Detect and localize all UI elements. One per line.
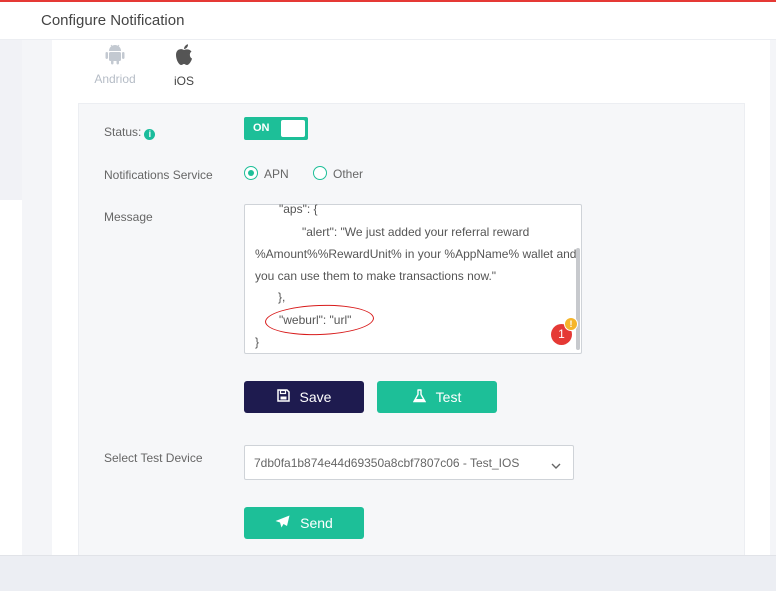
status-field-label: Status: i (104, 125, 156, 140)
notifications-service-label: Notifications Service (104, 168, 213, 182)
page-header: Configure Notification (0, 2, 776, 40)
status-label: Status: (104, 125, 142, 139)
message-line-3: %Amount%%RewardUnit% in your %AppName% w… (255, 247, 577, 261)
test-button[interactable]: Test (377, 381, 497, 413)
message-line-4: you can use them to make transactions no… (255, 269, 497, 283)
right-gutter (770, 40, 776, 555)
radio-apn-label: APN (264, 167, 289, 181)
send-button[interactable]: Send (244, 507, 364, 539)
test-device-label: Select Test Device (104, 451, 203, 465)
tab-android-label: Andriod (94, 72, 136, 86)
apple-icon (165, 43, 203, 70)
paper-plane-icon (275, 515, 290, 531)
android-icon (93, 43, 137, 68)
radio-apn-circle (244, 166, 258, 180)
save-button-label: Save (299, 389, 332, 405)
test-device-value: 7db0fa1b874e44d69350a8cbf7807c06 - Test_… (254, 456, 520, 470)
message-line-1: "aps": { (279, 202, 318, 216)
tab-ios-label: iOS (173, 74, 194, 88)
bottom-bar (0, 555, 776, 591)
radio-other-circle (313, 166, 327, 180)
chevron-down-icon (551, 457, 561, 475)
status-toggle[interactable]: ON (244, 117, 308, 140)
flask-icon (412, 388, 426, 406)
textarea-scrollbar[interactable] (576, 248, 580, 350)
save-button[interactable]: Save (244, 381, 364, 413)
status-toggle-label: ON (253, 122, 270, 134)
tab-android[interactable]: Andriod (93, 43, 137, 86)
radio-apn-dot (248, 170, 254, 176)
sidebar-strip (0, 40, 22, 200)
message-line-7: } (255, 335, 260, 349)
message-label: Message (104, 210, 153, 224)
tab-ios[interactable]: iOS (165, 43, 203, 88)
send-button-label: Send (300, 515, 333, 531)
sidebar-strip-lower (0, 200, 23, 555)
test-device-select[interactable]: 7db0fa1b874e44d69350a8cbf7807c06 - Test_… (244, 445, 574, 480)
page-title: Configure Notification (41, 12, 185, 29)
save-icon (276, 389, 290, 405)
radio-other-label: Other (333, 167, 364, 181)
status-toggle-knob (281, 120, 305, 137)
test-button-label: Test (435, 389, 462, 405)
message-line-5: }, (278, 290, 286, 304)
info-icon[interactable]: i (144, 129, 156, 140)
warning-icon: ! (564, 317, 578, 331)
content-gutter (22, 40, 52, 555)
message-line-2: "alert": "We just added your referral re… (302, 225, 530, 239)
